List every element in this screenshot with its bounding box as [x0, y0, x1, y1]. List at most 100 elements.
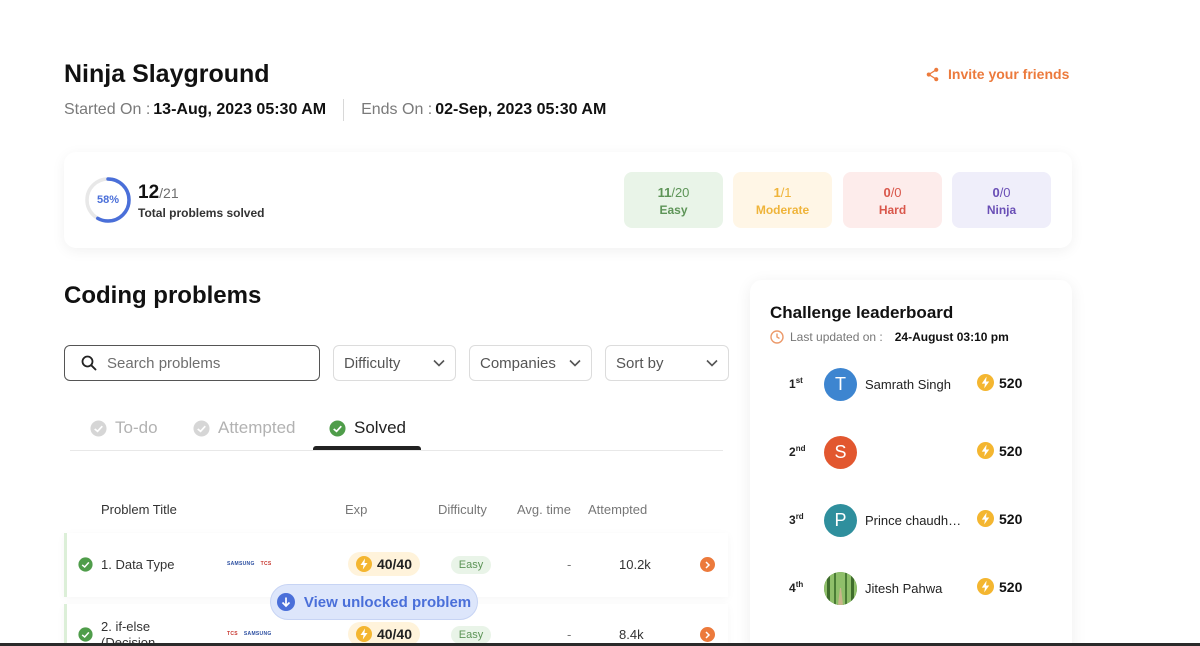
forest-photo-icon [824, 572, 857, 605]
lightning-icon [355, 626, 372, 642]
last-updated: Last updated on : 24-August 03:10 pm [770, 330, 1009, 344]
avatar: T [824, 368, 857, 401]
started-label: Started On : [64, 101, 151, 118]
sort-by-label: Sort by [616, 354, 664, 372]
view-unlocked-problem-button[interactable]: View unlocked problem [270, 584, 478, 620]
check-circle-icon [90, 419, 107, 437]
open-problem-button[interactable] [700, 557, 715, 572]
lightning-icon [355, 556, 372, 572]
total-count: /21 [159, 185, 179, 201]
chevron-right-icon [705, 630, 711, 639]
rank: 4th [789, 580, 804, 595]
updated-value: 24-August 03:10 pm [894, 330, 1009, 344]
company-logos: SAMSUNG TCS [227, 561, 272, 567]
share-icon [926, 67, 939, 81]
score: 520 [977, 374, 1022, 391]
started-value: 13-Aug, 2023 05:30 AM [153, 101, 327, 118]
invite-label: Invite your friends [948, 66, 1070, 82]
chevron-down-icon [706, 359, 718, 367]
open-problem-button[interactable] [700, 627, 715, 642]
check-circle-icon [78, 557, 93, 572]
check-circle-icon [193, 419, 210, 437]
leaderboard-entry[interactable]: 2nd S 520 [750, 432, 1072, 472]
arrow-down-circle-icon [276, 593, 295, 611]
exp-value: 40/40 [376, 626, 413, 642]
exp-badge: 40/40 [348, 552, 420, 576]
company-logo: SAMSUNG [227, 561, 255, 567]
chevron-right-icon [705, 560, 711, 569]
leaderboard-entry[interactable]: 1st T Samrath Singh 520 [750, 364, 1072, 404]
tab-attempted-label: Attempted [218, 418, 296, 437]
date-divider [343, 99, 345, 121]
company-logo: TCS [260, 561, 272, 567]
tab-todo-label: To-do [115, 418, 158, 437]
column-difficulty: Difficulty [438, 502, 487, 517]
search-input[interactable] [107, 354, 297, 372]
avg-time: - [567, 627, 572, 642]
attempted-count: 8.4k [619, 627, 644, 642]
hard-stat: 0/0 Hard [843, 172, 942, 228]
chevron-down-icon [433, 359, 445, 367]
tab-solved-label: Solved [354, 418, 406, 437]
check-circle-icon [78, 627, 93, 642]
lightning-icon [977, 374, 994, 391]
difficulty-badge: Easy [451, 556, 491, 574]
progress-percent: 58% [96, 194, 120, 206]
avatar-photo [824, 572, 857, 605]
company-logo: TCS [227, 631, 238, 637]
column-exp: Exp [345, 502, 368, 517]
tab-attempted[interactable]: Attempted [193, 418, 296, 438]
updated-label: Last updated on : [790, 330, 883, 344]
problem-tabs: To-do Attempted Solved [70, 410, 723, 451]
avatar: P [824, 504, 857, 537]
difficulty-filter[interactable]: Difficulty [333, 345, 456, 381]
leaderboard-card: Challenge leaderboard Last updated on : … [750, 280, 1072, 646]
avatar: S [824, 436, 857, 469]
ninja-stat: 0/0 Ninja [952, 172, 1051, 228]
column-problem-title: Problem Title [101, 502, 177, 517]
difficulty-badge: Easy [451, 626, 491, 644]
chevron-down-icon [569, 359, 581, 367]
companies-filter-label: Companies [480, 354, 556, 372]
easy-stat: 11/20 Easy [624, 172, 723, 228]
rank: 3rd [789, 512, 804, 527]
lightning-icon [977, 578, 994, 595]
problem-title[interactable]: 1. Data Type [101, 557, 174, 572]
tab-todo[interactable]: To-do [90, 418, 158, 438]
problem-title[interactable]: 2. if-else (Decision [101, 619, 155, 646]
search-box[interactable] [64, 345, 320, 381]
score: 520 [977, 442, 1022, 459]
leaderboard-entry[interactable]: 4th Jitesh Pahwa 520 [750, 568, 1072, 608]
ends-label: Ends On : [361, 101, 433, 118]
solved-label: Total problems solved [138, 206, 265, 220]
leaderboard-title: Challenge leaderboard [770, 303, 954, 322]
section-title: Coding problems [64, 282, 262, 309]
column-attempted: Attempted [588, 502, 648, 517]
user-name: Prince chaudhary [865, 513, 965, 528]
page-title: Ninja Slayground [64, 60, 270, 88]
problem-title-line1: 2. if-else [101, 619, 151, 634]
companies-filter[interactable]: Companies [469, 345, 592, 381]
invite-friends-link[interactable]: Invite your friends [925, 66, 1069, 82]
rank: 2nd [789, 444, 806, 459]
attempted-count: 10.2k [619, 557, 651, 572]
solved-count: 12/21 [138, 182, 179, 203]
ends-value: 02-Sep, 2023 05:30 AM [435, 101, 607, 118]
exp-value: 40/40 [376, 556, 413, 572]
rank: 1st [789, 376, 803, 391]
user-name: Samrath Singh [865, 377, 951, 392]
check-circle-icon [329, 419, 346, 437]
search-icon [81, 355, 97, 371]
unlock-label: View unlocked problem [303, 593, 472, 611]
sort-by-filter[interactable]: Sort by [605, 345, 729, 381]
moderate-stat: 1/1 Moderate [733, 172, 832, 228]
column-avg-time: Avg. time [517, 502, 571, 517]
score: 520 [977, 510, 1022, 527]
tab-solved[interactable]: Solved [329, 418, 406, 438]
lightning-icon [977, 442, 994, 459]
stats-card: 58% 12/21 Total problems solved 11/20 Ea… [64, 152, 1072, 248]
user-name: Jitesh Pahwa [865, 581, 943, 596]
leaderboard-entry[interactable]: 3rd P Prince chaudhary 520 [750, 500, 1072, 540]
lightning-icon [977, 510, 994, 527]
company-logo: SAMSUNG [243, 631, 272, 637]
